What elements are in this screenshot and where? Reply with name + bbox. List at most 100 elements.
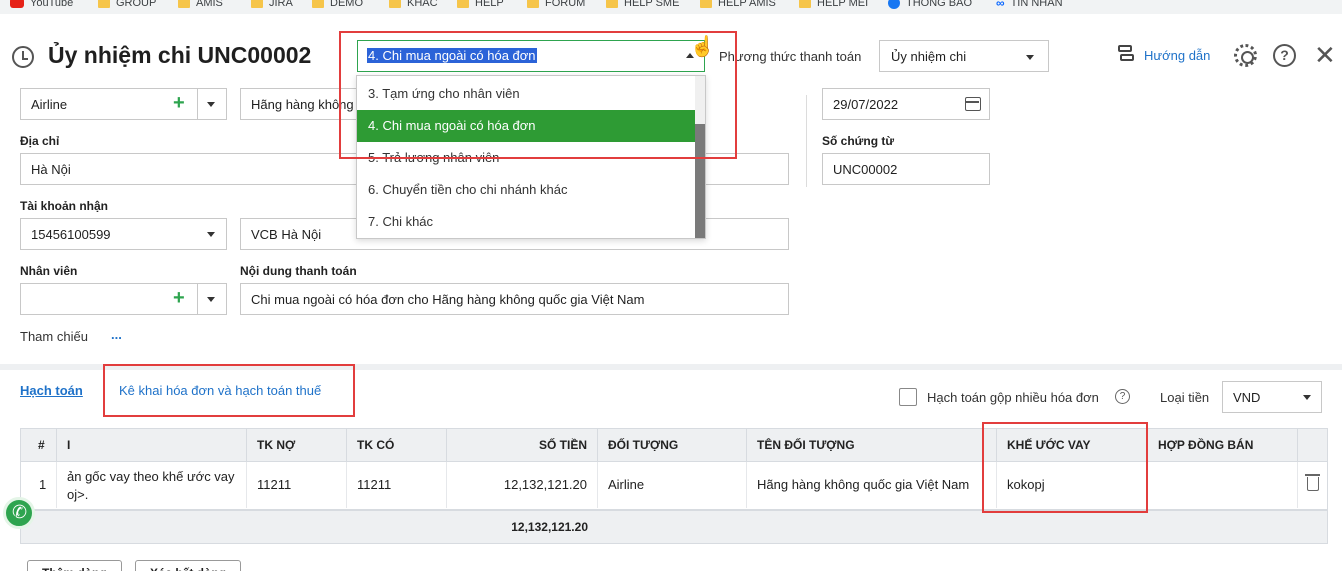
hand-cursor-icon: ☝ <box>690 36 715 58</box>
history-icon[interactable] <box>12 46 34 68</box>
folder-icon <box>606 0 618 8</box>
receive-account-value: 15456100599 <box>31 227 111 242</box>
bookmark-tin-nhan[interactable]: ∞ TIN NHẮN <box>996 0 1063 10</box>
employee-combo[interactable]: + <box>20 283 227 315</box>
caret-down-icon[interactable] <box>207 297 215 302</box>
payment-method-select[interactable]: Ủy nhiệm chi <box>879 40 1049 72</box>
dropdown-scrollbar[interactable] <box>695 76 705 238</box>
bookmark-thong-bao[interactable]: THÔNG BÁO <box>888 0 972 10</box>
col-sale-contract: HỢP ĐỒNG BÁN <box>1148 429 1298 461</box>
cell-debit-account[interactable]: 11211 <box>247 462 347 508</box>
bookmark-help-amis[interactable]: HELP AMIS <box>700 0 776 10</box>
add-icon[interactable]: + <box>173 288 185 308</box>
receive-account-label: Tài khoản nhận <box>20 199 109 213</box>
bookmark-jira[interactable]: JIRA <box>251 0 293 10</box>
object-name-input[interactable]: Hãng hàng không quốc gia Việt Nam <box>240 88 361 120</box>
guide-link[interactable]: Hướng dẫn <box>1116 44 1210 66</box>
phone-icon[interactable] <box>3 497 35 529</box>
object-code-value: Airline <box>31 97 68 112</box>
caret-down-icon[interactable] <box>207 102 215 107</box>
folder-icon <box>457 0 469 8</box>
folder-icon <box>312 0 324 8</box>
reference-more-link[interactable]: ... <box>111 327 122 342</box>
description-line-1: ản gốc vay theo khế ước vay <box>67 469 235 484</box>
employee-label: Nhân viên <box>20 264 78 278</box>
youtube-icon <box>10 0 24 8</box>
folder-icon <box>389 0 401 8</box>
address-label: Địa chỉ <box>20 134 60 148</box>
accounting-date-input[interactable]: 29/07/2022 <box>822 88 990 120</box>
help-icon[interactable]: ? <box>1273 44 1296 67</box>
bookmark-demo[interactable]: DEMO <box>312 0 363 10</box>
close-icon[interactable]: ✕ <box>1314 42 1336 68</box>
reference-label: Tham chiếu <box>20 329 88 344</box>
trash-icon[interactable] <box>1305 474 1320 491</box>
payment-content-input[interactable]: Chi mua ngoài có hóa đơn cho Hãng hàng k… <box>240 283 789 315</box>
accounting-date-value: 29/07/2022 <box>833 97 899 112</box>
dropdown-option[interactable]: 5. Trả lương nhân viên <box>357 142 697 174</box>
col-object: ĐỐI TƯỢNG <box>598 429 747 461</box>
guide-label: Hướng dẫn <box>1144 47 1211 63</box>
payment-reason-value[interactable]: 4. Chi mua ngoài có hóa đơn <box>367 48 537 63</box>
bookmark-forum[interactable]: FORUM <box>527 0 585 10</box>
tab-invoice-tax[interactable]: Kê khai hóa đơn và hạch toán thuế <box>119 383 321 398</box>
field-separator <box>197 89 198 119</box>
caret-down-icon[interactable] <box>1303 395 1311 400</box>
bookmark-khac[interactable]: KHÁC <box>389 0 438 10</box>
object-code-combo[interactable]: Airline + <box>20 88 227 120</box>
caret-down-icon[interactable] <box>1026 55 1034 60</box>
col-loan-contract: KHẾ ƯỚC VAY <box>997 429 1148 461</box>
tab-accounting[interactable]: Hạch toán <box>20 383 83 398</box>
cell-loan-contract[interactable]: kokopj <box>997 462 1148 508</box>
field-separator <box>197 284 198 314</box>
dropdown-option-selected[interactable]: 4. Chi mua ngoài có hóa đơn <box>357 110 697 142</box>
description-line-2: oj>. <box>67 487 89 502</box>
add-icon[interactable]: + <box>173 93 185 113</box>
page-title: Ủy nhiệm chi UNC00002 <box>48 42 312 68</box>
voucher-no-value: UNC00002 <box>833 162 898 177</box>
payment-reason-dropdown: 3. Tạm ứng cho nhân viên 4. Chi mua ngoà… <box>356 75 706 239</box>
cell-amount[interactable]: 12,132,121.20 <box>447 462 598 508</box>
bookmark-youtube[interactable]: YouTube <box>10 0 73 10</box>
scrollbar-thumb[interactable] <box>695 124 705 238</box>
add-row-button[interactable]: Thêm dòng <box>27 560 122 571</box>
gear-icon[interactable] <box>1234 44 1257 67</box>
table-header: # I TK NỢ TK CÓ SỐ TIỀN ĐỐI TƯỢNG TÊN ĐỐ… <box>20 428 1328 462</box>
currency-select[interactable]: VND <box>1222 381 1322 413</box>
calendar-icon[interactable] <box>965 97 981 111</box>
col-debit-account: TK NỢ <box>247 429 347 461</box>
dropdown-option[interactable]: 3. Tạm ứng cho nhân viên <box>357 78 697 110</box>
payment-method-label: Phương thức thanh toán <box>719 49 862 64</box>
receive-account-select[interactable]: 15456100599 <box>20 218 227 250</box>
dropdown-option[interactable]: 7. Chi khác <box>357 206 697 238</box>
cell-object-name[interactable]: Hãng hàng không quốc gia Việt Nam <box>747 462 997 508</box>
bookmarks-bar: YouTube GROUP AMIS JIRA DEMO KHÁC HELP F… <box>0 0 1342 14</box>
payment-reason-combo[interactable]: 4. Chi mua ngoài có hóa đơn <box>357 40 705 72</box>
bookmark-group[interactable]: GROUP <box>98 0 156 10</box>
col-no: # <box>21 429 57 461</box>
folder-icon <box>527 0 539 8</box>
caret-down-icon[interactable] <box>207 232 215 237</box>
bookmark-help-sme[interactable]: HELP SME <box>606 0 679 10</box>
table-footer: 12,132,121.20 <box>20 510 1328 544</box>
meta-icon: ∞ <box>996 0 1005 10</box>
bookmark-amis[interactable]: AMIS <box>178 0 223 10</box>
folder-icon <box>799 0 811 8</box>
signpost-icon <box>1116 44 1136 66</box>
total-amount: 12,132,121.20 <box>511 520 588 534</box>
cell-object[interactable]: Airline <box>598 462 747 508</box>
delete-all-rows-button[interactable]: Xóa hết dòng <box>135 560 241 571</box>
cell-description[interactable]: ản gốc vay theo khế ước vay oj>. <box>57 462 247 508</box>
payment-content-value: Chi mua ngoài có hóa đơn cho Hãng hàng k… <box>251 292 645 307</box>
merge-invoices-checkbox[interactable] <box>899 388 917 406</box>
bookmark-help[interactable]: HELP <box>457 0 504 10</box>
accounting-table: # I TK NỢ TK CÓ SỐ TIỀN ĐỐI TƯỢNG TÊN ĐỐ… <box>20 428 1328 544</box>
dropdown-option[interactable]: 6. Chuyển tiền cho chi nhánh khác <box>357 174 697 206</box>
col-credit-account: TK CÓ <box>347 429 447 461</box>
question-icon[interactable]: ? <box>1115 389 1130 404</box>
cell-credit-account[interactable]: 11211 <box>347 462 447 508</box>
voucher-no-input[interactable]: UNC00002 <box>822 153 990 185</box>
bookmark-help-mei[interactable]: HELP MEI <box>799 0 868 10</box>
cell-sale-contract[interactable] <box>1148 462 1298 508</box>
table-row[interactable]: 1 ản gốc vay theo khế ước vay oj>. 11211… <box>20 462 1328 510</box>
